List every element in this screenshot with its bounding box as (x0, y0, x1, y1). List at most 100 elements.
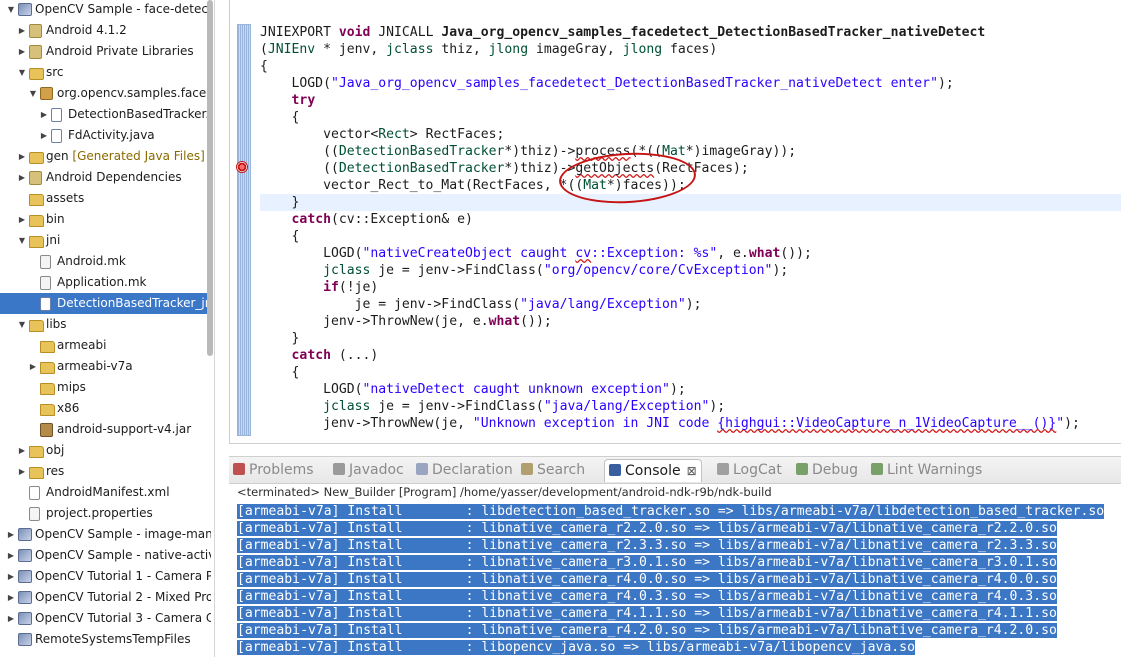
code-line[interactable]: if(!je) (260, 279, 1121, 296)
tree-item[interactable]: ▼ src (0, 62, 211, 83)
chevron-right-icon[interactable]: ▶ (6, 524, 16, 545)
tree-item[interactable]: armeabi (0, 335, 211, 356)
tree-item[interactable]: assets (0, 188, 211, 209)
chevron-right-icon[interactable]: ▶ (17, 167, 27, 188)
code-line[interactable]: } (260, 330, 1121, 347)
code-line[interactable]: { (260, 109, 1121, 126)
tree-item[interactable]: ▶ Android Private Libraries (0, 41, 211, 62)
code-line[interactable]: LOGD("nativeDetect caught unknown except… (260, 381, 1121, 398)
close-tab-icon[interactable]: ⊠ (687, 464, 697, 478)
chevron-down-icon[interactable]: ▼ (6, 0, 16, 20)
console-line[interactable]: [armeabi-v7a] Install : libnative_camera… (237, 622, 1121, 639)
chevron-right-icon[interactable]: ▶ (6, 566, 16, 587)
code-editor[interactable]: JNIEXPORT void JNICALL Java_org_opencv_s… (229, 0, 1121, 444)
tree-item[interactable]: ▶ OpenCV Tutorial 3 - Camera Control (0, 608, 211, 629)
tree-item[interactable]: ▶ OpenCV Sample - native-activity (0, 545, 211, 566)
tree-item[interactable]: ▶ Android Dependencies (0, 167, 211, 188)
tree-item[interactable]: ▶ Android 4.1.2 (0, 20, 211, 41)
tree-item[interactable]: ▶ obj (0, 440, 211, 461)
tab-console[interactable]: Console ⊠ (604, 459, 702, 482)
code-line[interactable]: jenv->ThrowNew(je, "Unknown exception in… (260, 415, 1121, 432)
code-line[interactable]: LOGD("nativeCreateObject caught cv::Exce… (260, 245, 1121, 262)
code-line[interactable]: jclass je = jenv->FindClass("org/opencv/… (260, 262, 1121, 279)
console-line[interactable]: [armeabi-v7a] Install : libnative_camera… (237, 588, 1121, 605)
tree-item[interactable]: ▼ jni (0, 230, 211, 251)
code-line[interactable]: catch(cv::Exception& e) (260, 211, 1121, 228)
console-line[interactable]: [armeabi-v7a] Install : libnative_camera… (237, 605, 1121, 622)
tree-item[interactable]: ▶ armeabi-v7a (0, 356, 211, 377)
chevron-right-icon[interactable]: ▶ (17, 461, 27, 482)
code-line[interactable]: je = jenv->FindClass("java/lang/Exceptio… (260, 296, 1121, 313)
console-line[interactable]: [armeabi-v7a] Install : libnative_camera… (237, 537, 1121, 554)
code-line[interactable]: (JNIEnv * jenv, jclass thiz, jlong image… (260, 41, 1121, 58)
tab-problems[interactable]: Problems (233, 459, 314, 481)
code-line[interactable]: try (260, 92, 1121, 109)
console-line[interactable]: [armeabi-v7a] Install : libnative_camera… (237, 571, 1121, 588)
tree-item[interactable]: ▼ org.opencv.samples.facedetect (0, 83, 211, 104)
chevron-right-icon[interactable]: ▶ (17, 20, 27, 41)
tab-declaration[interactable]: Declaration (416, 459, 513, 481)
code-line[interactable]: vector<Rect> RectFaces; (260, 126, 1121, 143)
tree-item[interactable]: ▼ OpenCV Sample - face-detection (0, 0, 211, 20)
tree-item[interactable]: ▶ DetectionBasedTracker.java (0, 104, 211, 125)
code-text[interactable]: JNIEXPORT void JNICALL Java_org_opencv_s… (260, 24, 1121, 432)
tree-item[interactable]: ▶ bin (0, 209, 211, 230)
chevron-right-icon[interactable]: ▶ (17, 209, 27, 230)
tab-logcat[interactable]: LogCat (717, 459, 782, 481)
code-line[interactable]: jenv->ThrowNew(je, e.what()); (260, 313, 1121, 330)
chevron-right-icon[interactable]: ▶ (6, 608, 16, 629)
tree-item[interactable]: mips (0, 377, 211, 398)
console-line-text: [armeabi-v7a] Install : libnative_camera… (237, 572, 1057, 587)
chevron-down-icon[interactable]: ▼ (28, 83, 38, 104)
tree-item[interactable]: ▶ OpenCV Sample - image-manipulations (0, 524, 211, 545)
tab-lint-warnings[interactable]: Lint Warnings (871, 459, 982, 481)
tree-item[interactable]: ▶ FdActivity.java (0, 125, 211, 146)
tree-item[interactable]: ▼ libs (0, 314, 211, 335)
tree-item[interactable]: Android.mk (0, 251, 211, 272)
overview-ruler[interactable] (237, 24, 251, 436)
chevron-down-icon[interactable]: ▼ (17, 314, 27, 335)
tree-item[interactable]: project.properties (0, 503, 211, 524)
tree-item[interactable]: Application.mk (0, 272, 211, 293)
chevron-right-icon[interactable]: ▶ (6, 545, 16, 566)
tree-item[interactable]: android-support-v4.jar (0, 419, 211, 440)
tree-item[interactable]: AndroidManifest.xml (0, 482, 211, 503)
chevron-down-icon[interactable]: ▼ (17, 62, 27, 83)
code-line[interactable]: LOGD("Java_org_opencv_samples_facedetect… (260, 75, 1121, 92)
code-line[interactable]: { (260, 364, 1121, 381)
tree-item-label: Android 4.1.2 (46, 23, 127, 37)
code-line[interactable]: catch (...) (260, 347, 1121, 364)
chevron-right-icon[interactable]: ▶ (17, 440, 27, 461)
chevron-right-icon[interactable]: ▶ (17, 41, 27, 62)
console-output[interactable]: [armeabi-v7a] Install : libdetection_bas… (237, 503, 1121, 656)
code-line[interactable]: ((DetectionBasedTracker*)thiz)->process(… (260, 143, 1121, 160)
tree-item[interactable]: ▶ OpenCV Tutorial 2 - Mixed Processing (0, 587, 211, 608)
tree-item[interactable]: ▶ OpenCV Tutorial 1 - Camera Preview (0, 566, 211, 587)
code-line[interactable]: jclass je = jenv->FindClass("java/lang/E… (260, 398, 1121, 415)
code-line[interactable]: } (260, 194, 1121, 211)
tab-search[interactable]: Search (521, 459, 585, 481)
code-line[interactable]: JNIEXPORT void JNICALL Java_org_opencv_s… (260, 24, 1121, 41)
console-line[interactable]: [armeabi-v7a] Install : libnative_camera… (237, 554, 1121, 571)
code-line[interactable]: { (260, 58, 1121, 75)
console-line[interactable]: [armeabi-v7a] Install : libnative_camera… (237, 520, 1121, 537)
chevron-right-icon[interactable]: ▶ (28, 356, 38, 377)
chevron-down-icon[interactable]: ▼ (17, 230, 27, 251)
chevron-right-icon[interactable]: ▶ (39, 104, 49, 125)
chevron-right-icon[interactable]: ▶ (17, 146, 27, 167)
tree-item[interactable]: ▶ gen [Generated Java Files] (0, 146, 211, 167)
breakpoint-marker-icon[interactable] (236, 161, 248, 173)
chevron-right-icon[interactable]: ▶ (39, 125, 49, 146)
tree-item[interactable]: x86 (0, 398, 211, 419)
project-icon (18, 549, 32, 562)
console-line[interactable]: [armeabi-v7a] Install : libdetection_bas… (237, 503, 1121, 520)
console-line[interactable]: [armeabi-v7a] Install : libopencv_java.s… (237, 639, 1121, 656)
tab-javadoc[interactable]: Javadoc (333, 459, 404, 481)
tree-item[interactable]: RemoteSystemsTempFiles (0, 629, 211, 650)
code-line[interactable]: { (260, 228, 1121, 245)
tree-item[interactable]: DetectionBasedTracker_jni.cpp (0, 293, 211, 314)
tree-item[interactable]: ▶ res (0, 461, 211, 482)
chevron-right-icon[interactable]: ▶ (6, 587, 16, 608)
tab-debug[interactable]: Debug (796, 459, 858, 481)
explorer-scrollbar[interactable] (207, 0, 213, 356)
